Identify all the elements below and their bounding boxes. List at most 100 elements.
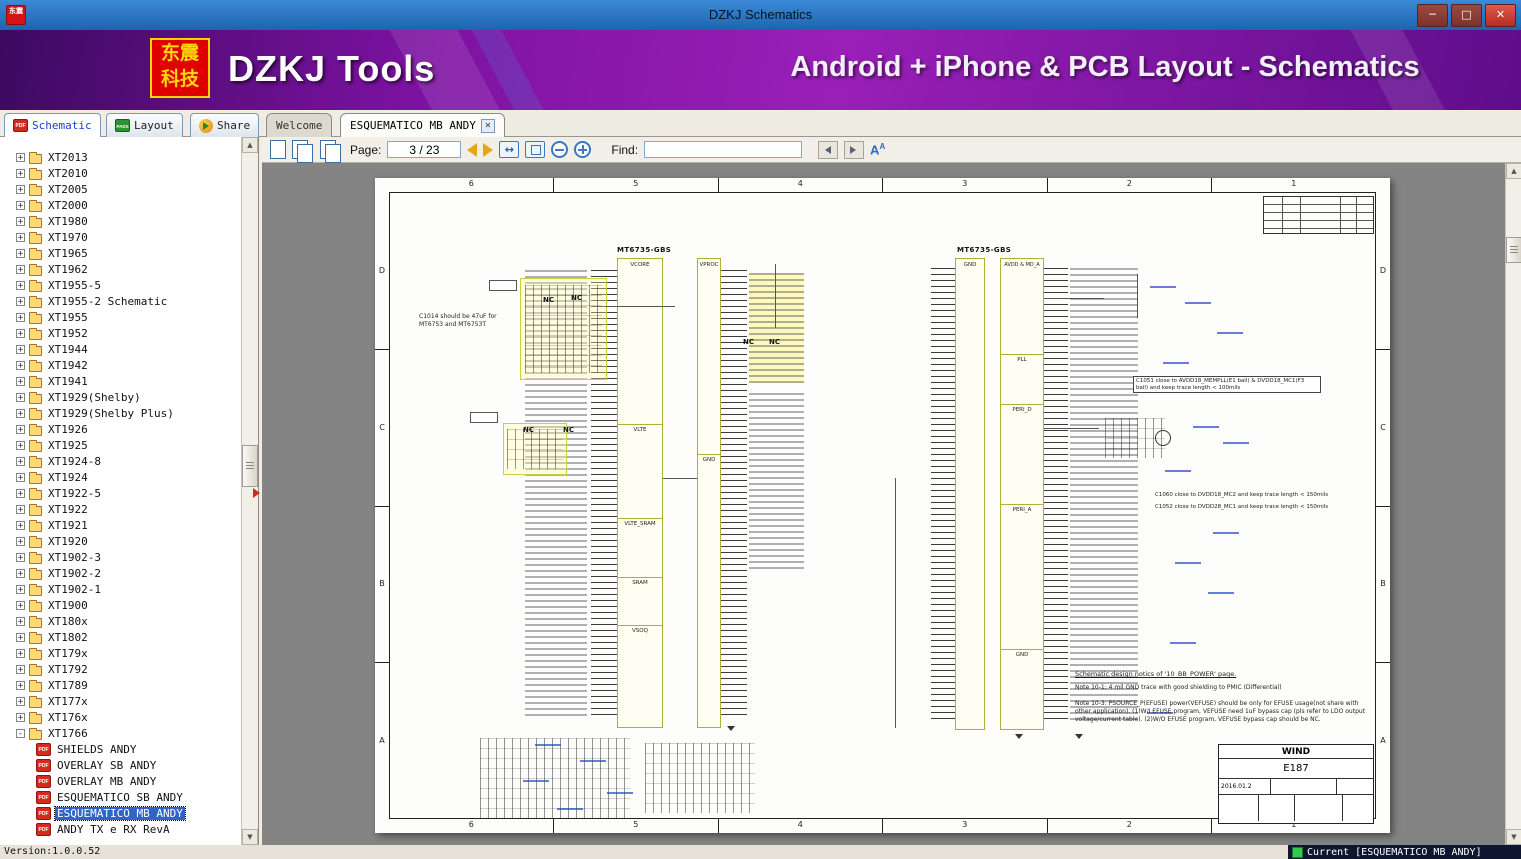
tree-folder-label[interactable]: XT1929(Shelby Plus) bbox=[46, 407, 176, 420]
expand-icon[interactable]: + bbox=[16, 568, 25, 578]
previous-page-icon[interactable] bbox=[467, 142, 478, 157]
canvas-scroll-thumb[interactable] bbox=[1506, 237, 1521, 263]
facing-pages-icon[interactable] bbox=[292, 140, 313, 163]
tree-folder-row[interactable]: + XT1922-5 bbox=[0, 485, 241, 501]
tab-share[interactable]: Share bbox=[190, 113, 260, 137]
expand-icon[interactable]: + bbox=[16, 584, 25, 594]
tree-folder-label[interactable]: XT1766 bbox=[46, 727, 90, 740]
tree-folder-row[interactable]: + XT1962 bbox=[0, 261, 241, 277]
tree-folder-row[interactable]: + XT1942 bbox=[0, 357, 241, 373]
expand-icon[interactable]: + bbox=[16, 264, 25, 274]
tree-folder-label[interactable]: XT2005 bbox=[46, 183, 90, 196]
tree-folder-row[interactable]: + XT1802 bbox=[0, 629, 241, 645]
fit-page-icon[interactable] bbox=[525, 141, 546, 158]
tree-folder-row[interactable]: + XT1922 bbox=[0, 501, 241, 517]
tab-layout[interactable]: PADS Layout bbox=[106, 113, 183, 137]
expand-icon[interactable]: + bbox=[16, 664, 25, 674]
tree-folder-row[interactable]: + XT2013 bbox=[0, 149, 241, 165]
tree-folder-label[interactable]: XT1942 bbox=[46, 359, 90, 372]
tree-folder-row[interactable]: + XT1902-3 bbox=[0, 549, 241, 565]
tree-folder-label[interactable]: XT1922 bbox=[46, 503, 90, 516]
tree-folder-row[interactable]: + XT1921 bbox=[0, 517, 241, 533]
tree-folder-row[interactable]: + XT2010 bbox=[0, 165, 241, 181]
expand-icon[interactable]: + bbox=[16, 328, 25, 338]
expand-icon[interactable]: + bbox=[16, 392, 25, 402]
expand-icon[interactable]: + bbox=[16, 360, 25, 370]
tree-folder-row[interactable]: + XT1789 bbox=[0, 677, 241, 693]
tree-folder-row[interactable]: + XT1929(Shelby Plus) bbox=[0, 405, 241, 421]
expand-icon[interactable]: + bbox=[16, 680, 25, 690]
scroll-down-icon[interactable]: ▼ bbox=[242, 829, 258, 845]
tree-folder-row[interactable]: + XT1902-2 bbox=[0, 565, 241, 581]
tree-folder-label[interactable]: XT1789 bbox=[46, 679, 90, 692]
font-size-icon[interactable]: AA bbox=[870, 142, 885, 157]
tree-folder-row[interactable]: + XT1924 bbox=[0, 469, 241, 485]
expand-icon[interactable]: + bbox=[16, 520, 25, 530]
tree-document-row[interactable]: PDF ESQUEMATICO SB ANDY bbox=[0, 789, 241, 805]
tree-folder-row[interactable]: + XT1920 bbox=[0, 533, 241, 549]
tree-folder-label[interactable]: XT1924 bbox=[46, 471, 90, 484]
expand-icon[interactable]: + bbox=[16, 200, 25, 210]
tree-folder-label[interactable]: XT1921 bbox=[46, 519, 90, 532]
expand-icon[interactable]: + bbox=[16, 696, 25, 706]
tree-folder-row[interactable]: + XT1926 bbox=[0, 421, 241, 437]
tree-folder-row[interactable]: + XT1965 bbox=[0, 245, 241, 261]
tree-folder-label[interactable]: XT2010 bbox=[46, 167, 90, 180]
tree-folder-label[interactable]: XT1952 bbox=[46, 327, 90, 340]
expand-icon[interactable]: + bbox=[16, 440, 25, 450]
tree-folder-label[interactable]: XT2013 bbox=[46, 151, 90, 164]
doc-tab-welcome[interactable]: Welcome bbox=[266, 113, 333, 137]
find-next-icon[interactable] bbox=[844, 140, 865, 159]
expand-icon[interactable]: + bbox=[16, 616, 25, 626]
document-canvas[interactable]: 654321 654321 DCBA DCBA MT6735-GBS VCORE… bbox=[262, 163, 1505, 845]
tree-folder-row[interactable]: + XT179x bbox=[0, 645, 241, 661]
tree-folder-label[interactable]: XT1962 bbox=[46, 263, 90, 276]
tree-folder-label[interactable]: XT1920 bbox=[46, 535, 90, 548]
minimize-button[interactable]: ─ bbox=[1417, 4, 1448, 27]
tree-document-label[interactable]: ESQUEMATICO MB ANDY bbox=[54, 805, 186, 821]
expand-icon[interactable]: + bbox=[16, 536, 25, 546]
scroll-down-icon[interactable]: ▼ bbox=[1506, 829, 1521, 845]
tree-folder-row[interactable]: + XT1792 bbox=[0, 661, 241, 677]
expand-icon[interactable]: + bbox=[16, 168, 25, 178]
tree-folder-row[interactable]: + XT1952 bbox=[0, 325, 241, 341]
zoom-in-icon[interactable] bbox=[574, 141, 592, 158]
sidebar-scroll-thumb[interactable] bbox=[242, 445, 258, 487]
tree-folder-label[interactable]: XT1922-5 bbox=[46, 487, 103, 500]
tree-document-row[interactable]: PDF OVERLAY SB ANDY bbox=[0, 757, 241, 773]
tree-folder-label[interactable]: XT1925 bbox=[46, 439, 90, 452]
tree-folder-label[interactable]: XT1980 bbox=[46, 215, 90, 228]
tree-folder-row-expanded[interactable]: - XT1766 bbox=[0, 725, 241, 741]
scroll-up-icon[interactable]: ▲ bbox=[1506, 163, 1521, 179]
tree-document-label[interactable]: ANDY TX e RX RevA bbox=[55, 823, 172, 836]
tree-document-row[interactable]: PDF SHIELDS ANDY bbox=[0, 741, 241, 757]
tree-folder-label[interactable]: XT179x bbox=[46, 647, 90, 660]
expand-icon[interactable]: + bbox=[16, 408, 25, 418]
expand-icon[interactable]: + bbox=[16, 552, 25, 562]
tree-folder-row[interactable]: + XT1955-5 bbox=[0, 277, 241, 293]
maximize-button[interactable]: □ bbox=[1451, 4, 1482, 27]
find-input[interactable] bbox=[644, 141, 803, 158]
splitter-collapse-icon[interactable] bbox=[253, 488, 260, 498]
tree-document-label[interactable]: OVERLAY MB ANDY bbox=[55, 775, 158, 788]
expand-icon[interactable]: + bbox=[16, 648, 25, 658]
zoom-out-icon[interactable] bbox=[551, 141, 569, 158]
expand-icon[interactable]: + bbox=[16, 376, 25, 386]
expand-icon[interactable]: + bbox=[16, 488, 25, 498]
tree-folder-label[interactable]: XT1955 bbox=[46, 311, 90, 324]
expand-icon[interactable]: + bbox=[16, 152, 25, 162]
tree-folder-row[interactable]: + XT1955-2 Schematic bbox=[0, 293, 241, 309]
expand-icon[interactable]: + bbox=[16, 712, 25, 722]
tree-folder-label[interactable]: XT1926 bbox=[46, 423, 90, 436]
tree-document-label[interactable]: OVERLAY SB ANDY bbox=[55, 759, 158, 772]
page-input[interactable] bbox=[387, 141, 462, 158]
tree-folder-row[interactable]: + XT1924-8 bbox=[0, 453, 241, 469]
expand-icon[interactable]: + bbox=[16, 600, 25, 610]
tree-document-row[interactable]: PDF OVERLAY MB ANDY bbox=[0, 773, 241, 789]
tree-folder-label[interactable]: XT177x bbox=[46, 695, 90, 708]
canvas-scrollbar[interactable]: ▲ ▼ bbox=[1505, 163, 1521, 845]
expand-icon[interactable]: + bbox=[16, 632, 25, 642]
tree-folder-label[interactable]: XT1970 bbox=[46, 231, 90, 244]
tree-folder-label[interactable]: XT1902-1 bbox=[46, 583, 103, 596]
tree-folder-label[interactable]: XT1955-2 Schematic bbox=[46, 295, 169, 308]
